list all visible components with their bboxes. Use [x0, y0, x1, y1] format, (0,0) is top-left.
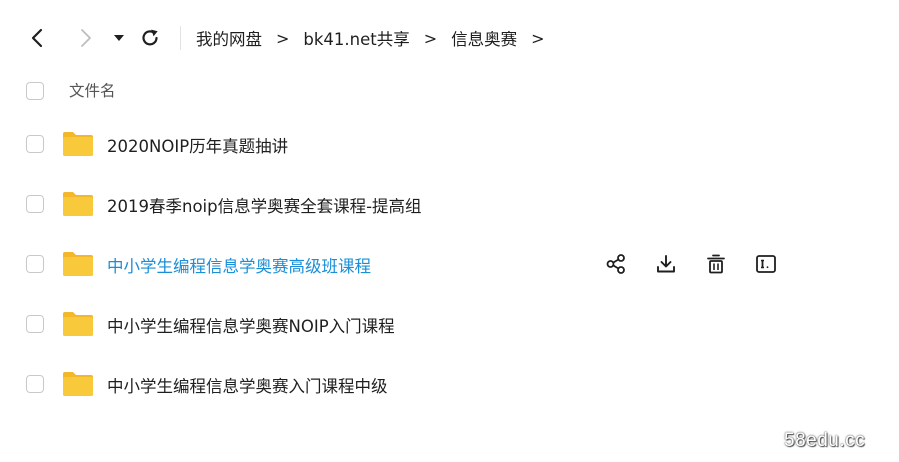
list-header: 文件名 — [0, 74, 899, 108]
rename-button[interactable] — [750, 248, 782, 280]
file-row[interactable]: 2019春季noip信息学奥赛全套课程-提高组 — [0, 180, 899, 228]
file-row[interactable]: 中小学生编程信息学奥赛高级班课程 — [0, 240, 899, 288]
download-button[interactable] — [650, 248, 682, 280]
column-header-name[interactable]: 文件名 — [69, 79, 116, 101]
refresh-button[interactable] — [134, 18, 166, 58]
watermark: 58edu.cc — [784, 430, 866, 451]
file-browser: 我的网盘 > bk41.net共享 > 信息奥赛 > 文件名 2020NOIP历… — [0, 0, 899, 462]
file-row[interactable]: 中小学生编程信息学奥赛入门课程中级 — [0, 360, 899, 408]
breadcrumb: 我的网盘 > bk41.net共享 > 信息奥赛 > — [196, 18, 559, 58]
download-icon — [657, 255, 675, 273]
trash-icon — [707, 254, 725, 274]
breadcrumb-separator: > — [531, 28, 545, 48]
refresh-icon — [142, 29, 158, 46]
file-name[interactable]: 2019春季noip信息学奥赛全套课程-提高组 — [107, 193, 422, 217]
file-name[interactable]: 中小学生编程信息学奥赛高级班课程 — [107, 253, 371, 277]
file-row[interactable]: 中小学生编程信息学奥赛NOIP入门课程 — [0, 300, 899, 348]
history-dropdown-button[interactable] — [104, 18, 134, 58]
breadcrumb-separator: > — [276, 28, 290, 48]
folder-icon — [63, 192, 93, 216]
file-name[interactable]: 2020NOIP历年真题抽讲 — [107, 133, 288, 157]
row-checkbox[interactable] — [26, 195, 44, 213]
share-button[interactable] — [600, 248, 632, 280]
rename-icon — [756, 255, 776, 273]
file-name[interactable]: 中小学生编程信息学奥赛入门课程中级 — [107, 373, 388, 397]
select-all-checkbox[interactable] — [26, 82, 44, 100]
toolbar: 我的网盘 > bk41.net共享 > 信息奥赛 > — [0, 18, 899, 58]
folder-icon — [63, 372, 93, 396]
delete-button[interactable] — [700, 248, 732, 280]
chevron-right-icon — [81, 29, 91, 47]
breadcrumb-separator: > — [423, 28, 438, 48]
row-actions — [600, 248, 800, 280]
back-button[interactable] — [22, 18, 54, 58]
row-checkbox[interactable] — [26, 255, 44, 273]
chevron-left-icon — [31, 28, 43, 48]
caret-down-icon — [114, 35, 124, 41]
file-row[interactable]: 2020NOIP历年真题抽讲 — [0, 120, 899, 168]
row-checkbox[interactable] — [26, 315, 44, 333]
share-icon — [606, 254, 625, 274]
breadcrumb-item-root[interactable]: 我的网盘 — [196, 26, 262, 50]
row-checkbox[interactable] — [26, 375, 44, 393]
breadcrumb-item-current[interactable]: 信息奥赛 — [451, 26, 517, 50]
folder-icon — [63, 132, 93, 156]
folder-icon — [63, 312, 93, 336]
breadcrumb-item-share[interactable]: bk41.net共享 — [303, 26, 409, 50]
toolbar-divider — [180, 26, 181, 50]
folder-icon — [63, 252, 93, 276]
row-checkbox[interactable] — [26, 135, 44, 153]
forward-button[interactable] — [69, 18, 101, 58]
file-name[interactable]: 中小学生编程信息学奥赛NOIP入门课程 — [107, 313, 395, 337]
